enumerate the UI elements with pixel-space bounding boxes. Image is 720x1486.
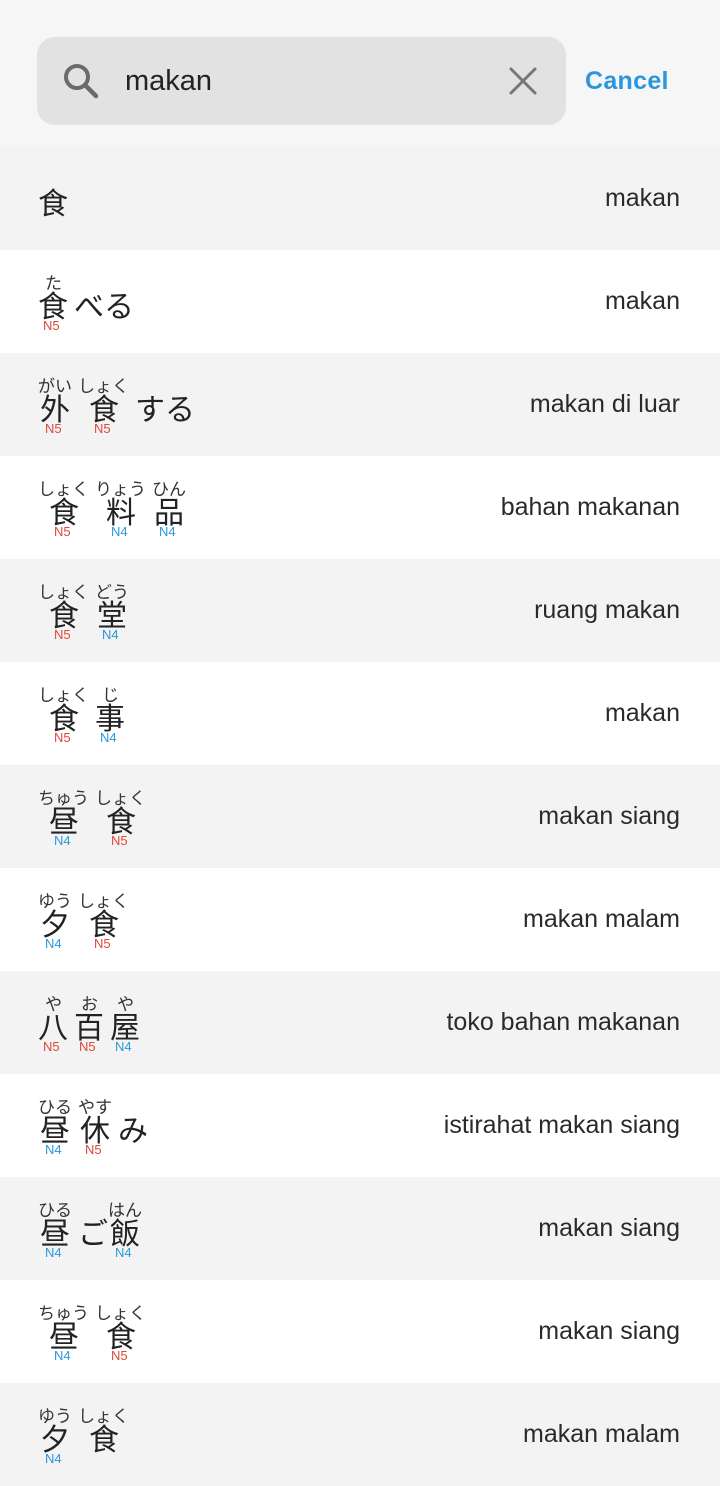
jlpt-level-badge: N4	[111, 524, 128, 539]
jlpt-level-badge: N5	[79, 1039, 96, 1054]
result-meaning: makan siang	[538, 802, 680, 830]
word-segment: や八 N5	[38, 971, 68, 1074]
jlpt-level-badge: N5	[43, 1039, 60, 1054]
word-segment: お百 N5	[74, 971, 104, 1074]
result-meaning: istirahat makan siang	[443, 1111, 680, 1139]
result-meaning: makan malam	[523, 1420, 680, 1448]
word-segment: ひる昼 N4	[38, 1177, 72, 1280]
jlpt-level-badge: N5	[111, 1348, 128, 1363]
result-row[interactable]: や八 N5 お百 N5 や屋 N4 toko bahan makanan	[0, 971, 720, 1074]
search-header: Cancel	[0, 0, 720, 147]
word-segment: や屋 N4	[110, 971, 140, 1074]
clear-icon[interactable]	[507, 65, 539, 97]
word-segment: しょく食 N5	[38, 456, 89, 559]
jlpt-level-badge: N4	[102, 627, 119, 642]
word-segment: しょく食 N5	[38, 662, 89, 765]
result-meaning: makan di luar	[529, 390, 680, 418]
word-segment: ゆう夕 N4	[38, 1383, 72, 1486]
word-segment: はん飯 N4	[108, 1177, 142, 1280]
word-segment: ご	[78, 1177, 108, 1280]
jlpt-level-badge: N4	[45, 936, 62, 951]
kanji-text: 食	[38, 187, 68, 222]
result-meaning: makan malam	[523, 905, 680, 933]
jlpt-level-badge: N4	[115, 1039, 132, 1054]
result-row[interactable]: しょく食 N5 じ事 N4 makan	[0, 662, 720, 765]
jlpt-level-badge: N4	[159, 524, 176, 539]
jlpt-level-badge: N5	[94, 421, 111, 436]
word-segment: み	[118, 1074, 148, 1177]
jlpt-level-badge: N5	[85, 1142, 102, 1157]
word-segment: 食	[38, 147, 68, 250]
word-segment: しょく食 N5	[38, 559, 89, 662]
result-meaning: ruang makan	[534, 596, 680, 624]
result-list: 食 makan た食 N5 べる makan がい外 N5 しょく食 N5 する makan di l…	[0, 147, 720, 1486]
result-row[interactable]: がい外 N5 しょく食 N5 する makan di luar	[0, 353, 720, 456]
word-segment: べる	[74, 250, 134, 353]
jlpt-level-badge: N4	[54, 833, 71, 848]
result-meaning: makan siang	[538, 1214, 680, 1242]
result-row[interactable]: ひる昼 N4 ごはん飯 N4 makan siang	[0, 1177, 720, 1280]
word-segment: しょく食 N5	[95, 1280, 146, 1383]
word-segment: ゆう夕 N4	[38, 868, 72, 971]
word-segment: ちゅう昼 N4	[38, 1280, 89, 1383]
result-row[interactable]: 食 makan	[0, 147, 720, 250]
word-segment: がい外 N5	[38, 353, 72, 456]
cancel-button[interactable]: Cancel	[585, 60, 669, 102]
jlpt-level-badge: N4	[54, 1348, 71, 1363]
jlpt-level-badge: N4	[45, 1142, 62, 1157]
word-segment: しょく食	[78, 1383, 129, 1486]
word-segment: しょく食 N5	[78, 353, 129, 456]
result-meaning: makan siang	[538, 1317, 680, 1345]
result-meaning: bahan makanan	[500, 493, 680, 521]
jlpt-level-badge: N5	[54, 730, 71, 745]
jlpt-level-badge: N4	[45, 1451, 62, 1466]
result-meaning: makan	[604, 287, 680, 315]
kanji-text: する	[135, 393, 195, 428]
word-segment: た食 N5	[38, 250, 68, 353]
word-segment: しょく食 N5	[95, 765, 146, 868]
jlpt-level-badge: N5	[54, 627, 71, 642]
jlpt-level-badge: N5	[43, 318, 60, 333]
kanji-text: み	[118, 1114, 148, 1149]
jlpt-level-badge: N5	[94, 936, 111, 951]
result-meaning: makan	[604, 184, 680, 212]
word-segment: ちゅう昼 N4	[38, 765, 89, 868]
word-segment: する	[135, 353, 195, 456]
word-segment: ひん品 N4	[152, 456, 186, 559]
kanji-text: ご	[78, 1217, 108, 1252]
search-input[interactable]	[125, 37, 485, 125]
result-row[interactable]: しょく食 N5 どう堂 N4 ruang makan	[0, 559, 720, 662]
jlpt-level-badge: N5	[111, 833, 128, 848]
result-row[interactable]: ひる昼 N4 やす休 N5 み istirahat makan siang	[0, 1074, 720, 1177]
result-row[interactable]: ゆう夕 N4 しょく食 N5 makan malam	[0, 868, 720, 971]
word-segment: じ事 N4	[95, 662, 125, 765]
search-bar[interactable]	[37, 37, 566, 125]
jlpt-level-badge: N5	[54, 524, 71, 539]
result-row[interactable]: しょく食 N5 りょう料 N4 ひん品 N4 bahan makanan	[0, 456, 720, 559]
search-icon	[64, 64, 99, 99]
word-segment: やす休 N5	[78, 1074, 112, 1177]
word-segment: ひる昼 N4	[38, 1074, 72, 1177]
result-meaning: makan	[604, 699, 680, 727]
word-segment: しょく食 N5	[78, 868, 129, 971]
word-segment: どう堂 N4	[95, 559, 129, 662]
jlpt-level-badge: N5	[45, 421, 62, 436]
jlpt-level-badge: N4	[100, 730, 117, 745]
result-row[interactable]: ゆう夕 N4 しょく食 makan malam	[0, 1383, 720, 1486]
result-row[interactable]: ちゅう昼 N4 しょく食 N5 makan siang	[0, 765, 720, 868]
result-meaning: toko bahan makanan	[446, 1008, 680, 1036]
result-row[interactable]: ちゅう昼 N4 しょく食 N5 makan siang	[0, 1280, 720, 1383]
kanji-text: べる	[74, 290, 134, 325]
result-row[interactable]: た食 N5 べる makan	[0, 250, 720, 353]
word-segment: りょう料 N4	[95, 456, 146, 559]
jlpt-level-badge: N4	[45, 1245, 62, 1260]
jlpt-level-badge: N4	[115, 1245, 132, 1260]
kanji-text: 食	[89, 1423, 119, 1458]
